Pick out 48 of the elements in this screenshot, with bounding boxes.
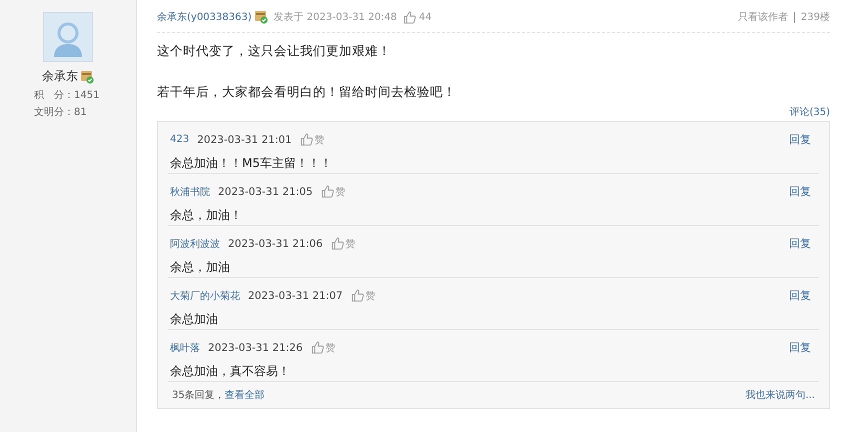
author-link[interactable]: 余承东(y00338363) xyxy=(157,10,252,24)
post-paragraph: 若干年后，大家都会看明白的！留给时间去检验吧！ xyxy=(157,84,457,101)
reply-link[interactable]: 回复 xyxy=(789,132,819,147)
civility-stat: 文明分：81 xyxy=(34,106,87,119)
thumbs-up-icon[interactable] xyxy=(300,133,313,146)
reply-link[interactable]: 回复 xyxy=(789,184,819,199)
view-all-link[interactable]: 查看全部 xyxy=(224,388,265,402)
author-only-link[interactable]: 只看该作者 xyxy=(738,10,788,24)
commenter-link[interactable]: 423 xyxy=(170,134,190,145)
thumbs-up-icon[interactable] xyxy=(310,341,324,354)
like-link[interactable]: 赞 xyxy=(346,236,356,250)
avatar[interactable] xyxy=(43,12,93,62)
medal-icon xyxy=(80,70,94,84)
reply-link[interactable]: 回复 xyxy=(789,340,819,355)
like-count: 44 xyxy=(418,12,432,22)
reply-link[interactable]: 回复 xyxy=(789,236,819,251)
points-stat: 积 分：1451 xyxy=(34,89,100,102)
post-paragraph: 这个时代变了，这只会让我们更加艰难！ xyxy=(157,43,392,60)
author-name[interactable]: 余承东 xyxy=(42,68,78,85)
comment-time: 2023-03-31 21:06 xyxy=(228,238,323,250)
comment-time: 2023-03-31 21:07 xyxy=(248,290,343,302)
thumbs-up-icon[interactable] xyxy=(350,289,364,302)
reply-count: 35条回复， xyxy=(172,390,225,402)
reply-link[interactable]: 回复 xyxy=(789,288,819,303)
thumbs-up-icon[interactable] xyxy=(330,237,344,250)
comment-time: 2023-03-31 21:05 xyxy=(218,186,313,198)
comment-text: 余总加油，真不容易！ xyxy=(170,363,291,380)
like-link[interactable]: 赞 xyxy=(366,288,376,302)
comment-text: 余总加油！！M5车主留！！！ xyxy=(170,155,333,172)
comments-link[interactable]: 评论(35) xyxy=(789,107,830,118)
comment-time: 2023-03-31 21:01 xyxy=(197,134,292,146)
like-link[interactable]: 赞 xyxy=(336,184,346,198)
commenter-link[interactable]: 枫叶落 xyxy=(170,340,200,354)
floor-number: 239楼 xyxy=(800,10,830,24)
commenter-link[interactable]: 秋浦书院 xyxy=(170,184,210,198)
like-link[interactable]: 赞 xyxy=(314,132,325,146)
like-link[interactable]: 赞 xyxy=(326,340,336,354)
comment-text: 余总，加油 xyxy=(170,259,231,276)
comment-time: 2023-03-31 21:26 xyxy=(208,342,303,354)
comment-text: 余总，加油！ xyxy=(170,207,243,224)
write-comment-link[interactable]: 我也来说两句... xyxy=(745,388,819,402)
commenter-link[interactable]: 阿波利波波 xyxy=(170,236,220,250)
thumbs-up-icon[interactable] xyxy=(320,185,334,198)
comment-text: 余总加油 xyxy=(170,311,219,328)
commenter-link[interactable]: 大菊厂的小菊花 xyxy=(170,288,240,302)
thumbs-up-icon[interactable] xyxy=(402,10,416,24)
post-time: 发表于 2023-03-31 20:48 xyxy=(274,10,397,24)
medal-icon xyxy=(254,10,268,24)
